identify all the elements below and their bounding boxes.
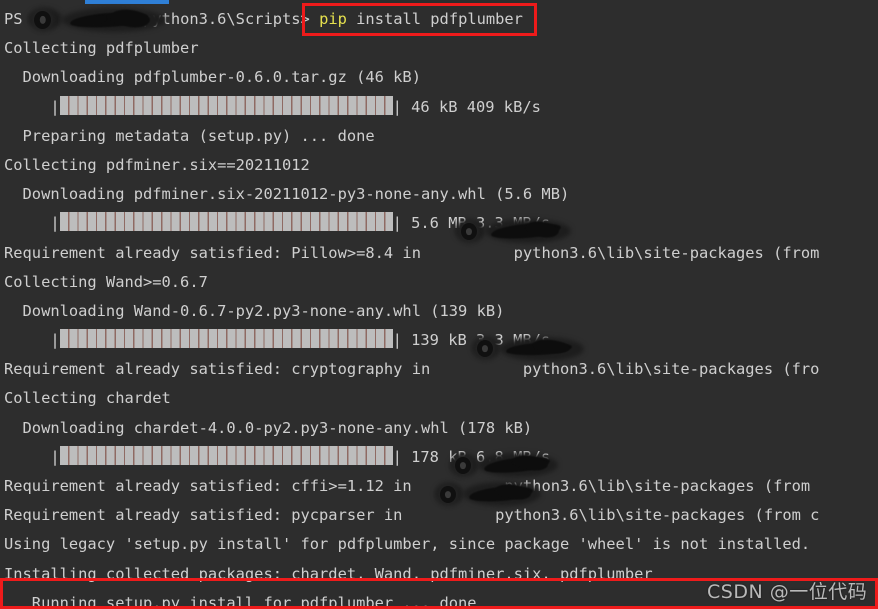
progress-suffix: | 178 kB 6.8 MB/s (392, 447, 551, 466)
progress-prefix: | (4, 214, 60, 233)
terminal-line-requirement-cffi: Requirement already satisfied: cffi>=1.1… (0, 472, 878, 501)
progress-suffix: | 5.6 MB 3.3 MB/s (392, 214, 551, 233)
progress-bar-chardet (59, 445, 393, 465)
requirement-text: Requirement already satisfied: cffi>=1.1… (4, 477, 421, 495)
progress-bar-wand (59, 329, 393, 349)
terminal-line-progress-wand: | | 139 kB 3.3 MB/s (0, 326, 878, 355)
prompt-prefix: PS (4, 10, 32, 28)
terminal-line-collecting-wand: Collecting Wand>=0.6.7 (4, 272, 208, 291)
requirement-text: Requirement already satisfied: cryptogra… (4, 360, 440, 379)
terminal-line-progress-pdfplumber: | | 46 kB 409 kB/s (0, 93, 878, 122)
terminal-line-progress-chardet: | | 178 kB 6.8 MB/s (0, 443, 878, 472)
pip-command-args: install pdfplumber (346, 10, 523, 28)
terminal-line-requirement-cryptography: Requirement already satisfied: cryptogra… (0, 355, 878, 384)
terminal-line-collecting-pdfplumber: Collecting pdfplumber (4, 39, 199, 58)
requirement-text: Requirement already satisfied: pycparser… (4, 506, 412, 525)
terminal-line-running-setup: Running setup.py install for pdfplumber … (4, 593, 477, 609)
requirement-path: python3.6\lib\site-packages (from (513, 243, 820, 262)
redacted-path-placeholder (412, 506, 495, 524)
terminal-window[interactable]: PS python3.6\Scripts> pip install pdfplu… (0, 0, 878, 609)
terminal-line-installing-collected: Installing collected packages: chardet, … (4, 564, 653, 583)
terminal-line-downloading-pdfminer: Downloading pdfminer.six-20211012-py3-no… (4, 185, 570, 204)
progress-prefix: | (4, 447, 60, 466)
terminal-line-requirement-pillow: Requirement already satisfied: Pillow>=8… (0, 239, 878, 268)
pip-command-token: pip (319, 10, 347, 28)
terminal-line-collecting-pdfminer: Collecting pdfminer.six==20211012 (4, 155, 310, 174)
progress-prefix: | (4, 331, 60, 350)
progress-prefix: | (4, 97, 60, 116)
terminal-line-downloading-wand: Downloading Wand-0.6.7-py2.py3-none-any.… (4, 301, 505, 320)
terminal-line-using-legacy: Using legacy 'setup.py install' for pdfp… (4, 535, 811, 554)
requirement-text: Requirement already satisfied: Pillow>=8… (4, 243, 431, 262)
terminal-line-downloading-chardet: Downloading chardet-4.0.0-py2.py3-none-a… (4, 418, 533, 437)
redacted-path-placeholder (421, 477, 504, 495)
terminal-line-collecting-chardet: Collecting chardet (4, 389, 171, 408)
terminal-output: PS python3.6\Scripts> pip install pdfplu… (0, 0, 878, 609)
requirement-path: python3.6\lib\site-packages (fro (522, 360, 820, 379)
terminal-line-downloading-pdfplumber: Downloading pdfplumber-0.6.0.tar.gz (46 … (4, 68, 421, 87)
terminal-line-prompt: PS python3.6\Scripts> pip install pdfplu… (0, 5, 878, 34)
requirement-path: python3.6\lib\site-packages (from c (495, 506, 820, 525)
progress-bar-pdfminer (59, 212, 393, 232)
progress-suffix: | 46 kB 409 kB/s (392, 97, 541, 116)
terminal-line-progress-pdfminer: | | 5.6 MB 3.3 MB/s (0, 209, 878, 238)
terminal-line-requirement-pycparser: Requirement already satisfied: pycparser… (0, 501, 878, 530)
redacted-path-placeholder (430, 244, 513, 262)
redacted-path-placeholder (32, 10, 143, 28)
requirement-path: python3.6\lib\site-packages (from (504, 477, 811, 495)
terminal-line-preparing-metadata: Preparing metadata (setup.py) ... done (4, 126, 375, 145)
prompt-path: python3.6\Scripts> (143, 10, 320, 28)
redacted-path-placeholder (440, 360, 523, 378)
progress-suffix: | 139 kB 3.3 MB/s (392, 331, 551, 350)
progress-bar-pdfplumber (59, 95, 393, 115)
